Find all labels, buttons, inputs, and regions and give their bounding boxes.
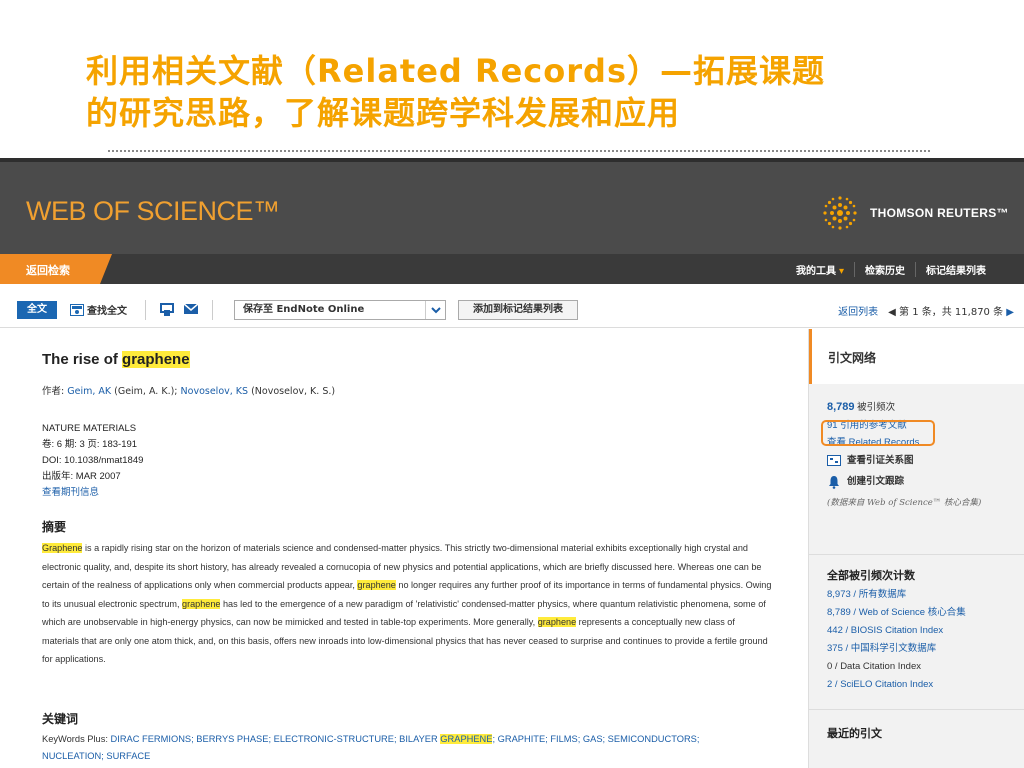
journal-info-link[interactable]: 查看期刊信息 [42,485,143,501]
header-topline [0,158,1024,162]
keywords-links[interactable]: DIRAC FERMIONS; BERRYS PHASE; ELECTRONIC… [111,734,441,744]
journal-name: NATURE MATERIALS [42,423,137,434]
thomson-reuters-logo: THOMSON REUTERS™ [820,193,1009,233]
nav-right: 我的工具 ▾ 检索历史 标记结果列表 [786,262,996,277]
citation-sidebar: 引文网络 8,789 被引频次 91 引用的参考文献 查看 Related Re… [808,329,1024,768]
count-all-databases[interactable]: 8,973 / 所有数据库 [827,586,966,604]
citation-network-header: 引文网络 [809,329,1024,384]
back-to-search-label: 返回检索 [26,264,70,277]
abstract-highlight: Graphene [42,543,83,553]
wos-screenshot: WEB OF SCIENCE™ THOMSON REUTERS™ 返回检索 我的… [0,158,1024,768]
related-records-highlight-box [821,420,935,446]
slide-title-line1: 利用相关文献（Related Records）—拓展课题 [86,52,825,90]
toolbar-separator [212,300,213,320]
navbar: 返回检索 我的工具 ▾ 检索历史 标记结果列表 [0,254,1024,284]
back-to-search-tab[interactable]: 返回检索 [0,254,112,284]
abstract-highlight: graphene [537,617,577,627]
save-to-select[interactable]: 保存至 EndNote Online [234,300,446,320]
full-text-button[interactable]: 全文 [17,301,57,319]
record-title-highlight: graphene [122,351,190,368]
slide-title-line2: 的研究思路，了解课题跨学科发展和应用 [86,94,681,132]
keywords: KeyWords Plus: DIRAC FERMIONS; BERRYS PH… [42,731,742,765]
citation-map-label: 查看引证关系图 [847,454,914,466]
citation-network-title: 引文网络 [828,351,877,365]
record-title-prefix: The rise of [42,351,123,368]
citation-map-icon [827,454,841,466]
title-divider [108,150,930,152]
marked-list-link[interactable]: 标记结果列表 [915,262,996,277]
sidebar-divider [809,709,1024,710]
count-cscd[interactable]: 375 / 中国科学引文数据库 [827,640,966,658]
author-full-geim: (Geim, A. K.); [111,386,181,397]
chevron-down-icon: ▾ [838,266,844,277]
recent-citations-heading: 最近的引文 [827,727,882,740]
record-title: The rise of graphene [42,351,190,368]
pager-text: 第 1 条，共 11,870 条 [899,307,1004,318]
next-arrow-icon[interactable]: ▶ [1006,307,1014,318]
citation-map-link[interactable]: 查看引证关系图 [827,452,981,470]
find-full-text-button[interactable]: 查找全文 [70,302,127,317]
abstract-heading: 摘要 [42,520,67,534]
doi: DOI: 10.1038/nmat1849 [42,455,144,466]
abstract-highlight: graphene [357,580,396,590]
times-cited-count[interactable]: 8,789 [827,401,855,413]
search-history-link[interactable]: 检索历史 [854,262,915,277]
wos-logo[interactable]: WEB OF SCIENCE™ [26,196,280,227]
create-alert-link[interactable]: 创建引文跟踪 [827,473,981,491]
back-to-list-link[interactable]: 返回列表 [838,303,878,318]
email-icon[interactable] [184,303,198,315]
toolbar-separator [145,300,146,320]
record-main: The rise of graphene 作者: Geim, AK (Geim,… [0,329,808,768]
source-info: NATURE MATERIALS 卷: 6 期: 3 页: 183-191 DO… [42,421,143,501]
sidebar-divider [809,554,1024,555]
all-times-cited-list: 8,973 / 所有数据库 8,789 / Web of Science 核心合… [827,586,966,694]
add-to-marked-button[interactable]: 添加到标记结果列表 [458,300,578,320]
authors-line: 作者: Geim, AK (Geim, A. K.); Novoselov, K… [42,383,335,397]
prev-arrow-icon[interactable]: ◀ [888,307,896,318]
thomson-reuters-text: THOMSON REUTERS™ [870,206,1009,220]
save-to-label: 保存至 EndNote Online [243,304,365,315]
my-tools-menu[interactable]: 我的工具 ▾ [786,262,854,277]
slide-title: 利用相关文献（Related Records）—拓展课题 的研究思路，了解课题跨… [86,50,986,134]
count-data-citation: 0 / Data Citation Index [827,661,921,672]
authors-label: 作者: [42,386,68,397]
chevron-down-icon [425,301,445,319]
author-full-novoselov: (Novoselov, K. S.) [248,386,336,397]
abstract-highlight: graphene [182,598,221,609]
record-pager: 返回列表 ◀ 第 1 条，共 11,870 条 ▶ [838,303,1014,318]
times-cited-label: 被引频次 [854,402,896,413]
record-toolbar: 全文 查找全文 保存至 EndNote Online 添加到标记结果列表 返回列… [0,284,1024,328]
count-wos-core[interactable]: 8,789 / Web of Science 核心合集 [827,604,966,622]
pub-date: 出版年: MAR 2007 [42,471,121,482]
find-full-text-icon [70,303,84,316]
abstract-text: Graphene is a rapidly rising star on the… [42,539,772,669]
keywords-heading: 关键词 [42,712,79,726]
citation-links: 8,789 被引频次 91 引用的参考文献 查看 Related Records… [827,399,981,512]
my-tools-label: 我的工具 [795,266,836,277]
volume-issue-pages: 卷: 6 期: 3 页: 183-191 [42,439,138,450]
all-times-cited-heading: 全部被引频次计数 [827,569,915,582]
times-cited[interactable]: 8,789 被引频次 [827,399,981,417]
count-biosis[interactable]: 442 / BIOSIS Citation Index [827,622,966,640]
bell-icon [829,475,839,489]
thomson-reuters-icon [820,193,860,233]
keyword-highlight[interactable]: GRAPHENE [440,734,493,744]
author-link-geim[interactable]: Geim, AK [67,386,111,397]
author-link-novoselov[interactable]: Novoselov, KS [181,386,249,397]
count-scielo[interactable]: 2 / SciELO Citation Index [827,676,966,694]
data-source-note: (数据来自 Web of Science™ 核心合集) [827,497,982,508]
create-alert-label: 创建引文跟踪 [847,476,905,487]
keywords-label: KeyWords Plus: [42,734,111,744]
print-icon[interactable] [160,303,174,317]
pager-control: ◀ 第 1 条，共 11,870 条 ▶ [888,303,1014,318]
wos-header: WEB OF SCIENCE™ THOMSON REUTERS™ [0,158,1024,254]
find-full-text-label: 查找全文 [87,306,127,317]
